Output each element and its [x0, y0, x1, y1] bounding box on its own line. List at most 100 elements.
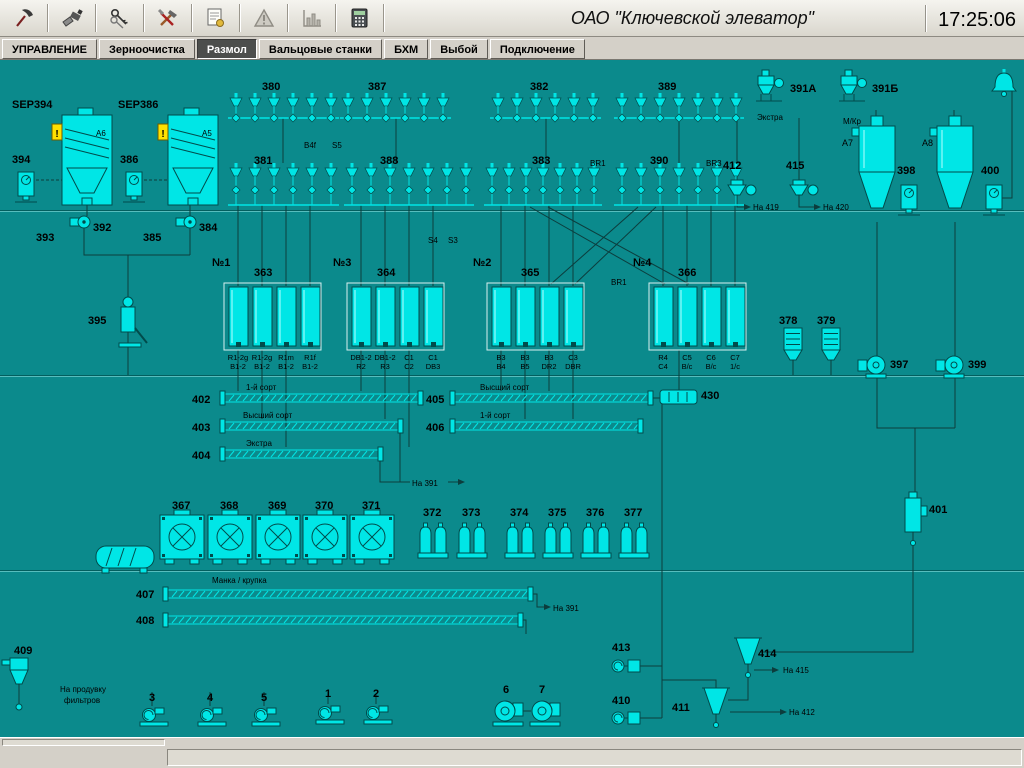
- feeder-415[interactable]: [790, 180, 818, 203]
- label-0: DB1-2: [374, 353, 395, 362]
- label-n380: 380: [262, 81, 280, 93]
- fan-399[interactable]: [936, 356, 964, 378]
- separator-a5[interactable]: [158, 108, 218, 205]
- sifter-369[interactable]: [256, 510, 300, 564]
- keys-button[interactable]: [100, 3, 140, 34]
- tab-upravlenie[interactable]: УПРАВЛЕНИЕ: [2, 39, 97, 59]
- bin-379[interactable]: [822, 328, 840, 368]
- separator-a6[interactable]: [52, 108, 112, 205]
- pump-5[interactable]: [252, 708, 280, 726]
- hopper-group-381[interactable]: [228, 163, 339, 205]
- pump-1[interactable]: [316, 706, 344, 724]
- pump-392[interactable]: [70, 216, 90, 228]
- hopper-group-383[interactable]: [484, 163, 602, 205]
- filter-409[interactable]: [2, 658, 28, 710]
- screw-408[interactable]: [163, 613, 523, 627]
- pump-4[interactable]: [198, 708, 226, 726]
- screw-406[interactable]: [450, 419, 643, 433]
- hopper-group-387[interactable]: [340, 93, 451, 122]
- feeder-430[interactable]: [660, 390, 697, 404]
- pump-384[interactable]: [176, 216, 196, 228]
- machine-401[interactable]: [905, 492, 927, 546]
- pump-410[interactable]: [612, 712, 640, 724]
- keypad-button[interactable]: [340, 3, 380, 34]
- screw-407[interactable]: [163, 587, 533, 601]
- label-s1a: 1-й сорт: [246, 383, 277, 392]
- tab-podklyuchenie[interactable]: Подключение: [490, 39, 585, 59]
- label-0: C3: [568, 353, 578, 362]
- screw-404[interactable]: [220, 447, 383, 461]
- sifter-370[interactable]: [303, 510, 347, 564]
- machine-391a[interactable]: [756, 70, 784, 101]
- bin-block-366[interactable]: [649, 283, 746, 350]
- pump-7[interactable]: [530, 701, 560, 726]
- sifter-368[interactable]: [208, 510, 252, 564]
- hopper-group-389[interactable]: [614, 93, 744, 122]
- funnel-411[interactable]: [702, 688, 730, 728]
- screw-405[interactable]: [450, 391, 653, 405]
- label-p5: 5: [261, 692, 267, 704]
- machine-395[interactable]: [119, 297, 147, 347]
- warning-icon: [252, 6, 276, 30]
- certificate-button[interactable]: [196, 3, 236, 34]
- tab-valtsovye-stanki[interactable]: Вальцовые станки: [259, 39, 382, 59]
- label-n408: 408: [136, 615, 154, 627]
- label-na415: На 415: [783, 666, 809, 675]
- cyclone-a7[interactable]: [852, 116, 895, 208]
- warning-button[interactable]: [244, 3, 284, 34]
- pump-2[interactable]: [364, 706, 392, 724]
- screw-402[interactable]: [220, 391, 423, 405]
- sifter-367[interactable]: [160, 510, 204, 564]
- label-n372: 372: [423, 507, 441, 519]
- label-n397: 397: [890, 359, 908, 371]
- tab-zernoochistka[interactable]: Зерноочистка: [99, 39, 195, 59]
- tab-vyboi[interactable]: Выбой: [430, 39, 488, 59]
- label-1: B5: [520, 362, 529, 371]
- hopper-group-380[interactable]: [228, 93, 339, 122]
- machine-375[interactable]: [543, 523, 573, 558]
- screw-403[interactable]: [220, 419, 403, 433]
- bin-378[interactable]: [784, 328, 802, 368]
- hopper-group-388[interactable]: [344, 163, 474, 205]
- machine-391b[interactable]: [839, 70, 867, 101]
- label-p7: 7: [539, 684, 545, 696]
- bin-block-364[interactable]: [347, 283, 444, 350]
- label-n402: 402: [192, 394, 210, 406]
- label-n414: 414: [758, 648, 777, 660]
- label-0: B3: [544, 353, 553, 362]
- machine-374[interactable]: [505, 523, 535, 558]
- pump-413[interactable]: [612, 660, 640, 672]
- label-0: C7: [730, 353, 740, 362]
- fan-397[interactable]: [858, 356, 886, 378]
- toolbar-separator: [287, 4, 289, 32]
- label-manka: Манка / крупка: [212, 576, 267, 585]
- machine-377[interactable]: [619, 523, 649, 558]
- pump-3[interactable]: [140, 708, 168, 726]
- feeder-412[interactable]: [728, 180, 756, 203]
- tab-razmol[interactable]: Размол: [197, 39, 257, 59]
- hopper-group-382[interactable]: [490, 93, 601, 122]
- drill-tool-button[interactable]: [52, 3, 92, 34]
- label-1: DBR: [565, 362, 581, 371]
- machine-376[interactable]: [581, 523, 611, 558]
- label-n388: 388: [380, 155, 398, 167]
- tab-bhm[interactable]: БХМ: [384, 39, 428, 59]
- pickaxe-tool-button[interactable]: [4, 3, 44, 34]
- gauge-394[interactable]: [15, 172, 37, 202]
- gauge-386[interactable]: [123, 172, 145, 202]
- sifter-371[interactable]: [350, 510, 394, 564]
- machine-372[interactable]: [418, 523, 448, 558]
- bin-block-363[interactable]: [224, 283, 321, 350]
- repair-tools-button[interactable]: [148, 3, 188, 34]
- bin-block-365[interactable]: [487, 283, 584, 350]
- label-0: B3: [496, 353, 505, 362]
- pump-6[interactable]: [493, 701, 523, 726]
- chart-button[interactable]: [292, 3, 332, 34]
- cyclone-a8[interactable]: [930, 116, 973, 208]
- drum-machine[interactable]: [96, 546, 154, 573]
- label-na419: На 419: [753, 203, 779, 212]
- machine-373[interactable]: [457, 523, 487, 558]
- label-n415: 415: [786, 160, 804, 172]
- label-n406: 406: [426, 422, 444, 434]
- label-n379: 379: [817, 315, 835, 327]
